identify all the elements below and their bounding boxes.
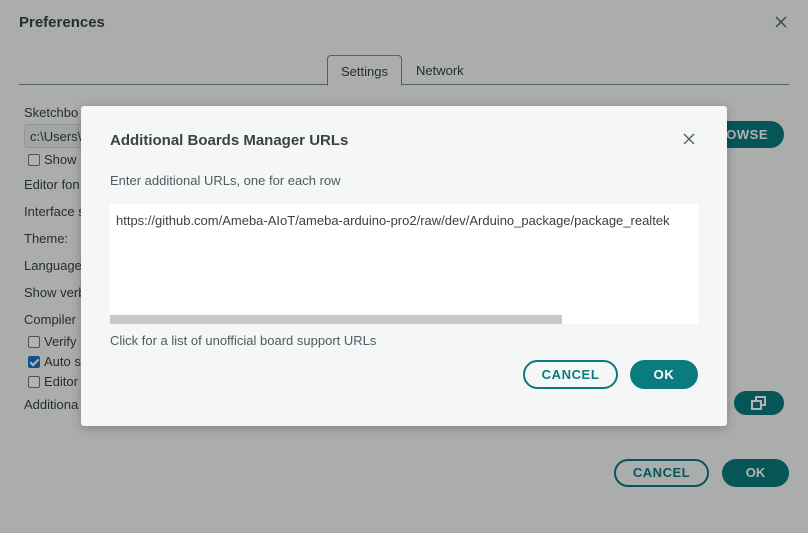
- modal-description: Enter additional URLs, one for each row: [110, 173, 341, 188]
- close-icon[interactable]: [680, 130, 698, 148]
- modal-ok-button[interactable]: OK: [630, 360, 698, 389]
- urls-textarea[interactable]: https://github.com/Ameba-AIoT/ameba-ardu…: [110, 204, 698, 324]
- modal-cancel-button[interactable]: CANCEL: [523, 360, 618, 389]
- url-row[interactable]: https://github.com/Ameba-AIoT/ameba-ardu…: [116, 213, 670, 228]
- scrollbar-thumb[interactable]: [110, 315, 562, 324]
- horizontal-scrollbar[interactable]: [110, 315, 698, 324]
- additional-urls-modal: Additional Boards Manager URLs Enter add…: [81, 106, 727, 426]
- modal-title: Additional Boards Manager URLs: [110, 132, 349, 149]
- unofficial-urls-link[interactable]: Click for a list of unofficial board sup…: [110, 333, 376, 348]
